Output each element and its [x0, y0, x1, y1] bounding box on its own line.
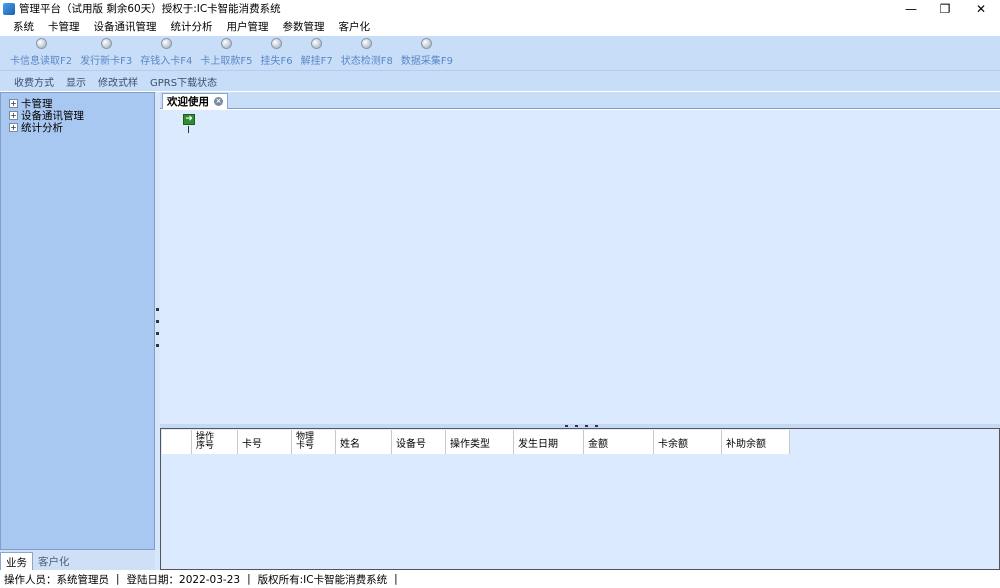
grip-icon: [156, 308, 159, 311]
status-separator: |: [247, 573, 251, 585]
row-indicator-header: [162, 430, 192, 454]
unfreeze-button[interactable]: 解挂F7: [297, 38, 337, 70]
grid-header: 操作 序号 卡号 物理 卡号 姓名 设备号 操作类型 发生日期 金额 卡余额 补助余…: [162, 430, 790, 454]
menu-system[interactable]: 系统: [6, 19, 41, 34]
disc-icon: [271, 38, 283, 49]
secondary-toolbar: 收费方式 显示 修改式样 GPRS下载状态: [0, 71, 1000, 91]
arrow-right-icon[interactable]: ➜: [183, 114, 195, 125]
gprs-status-button[interactable]: GPRS下载状态: [144, 74, 223, 89]
data-collect-button[interactable]: 数据采集F9: [397, 38, 457, 70]
status-bar: 操作人员：系统管理员 | 登陆日期：2022-03-23 | 版权所有:IC卡智…: [0, 570, 1000, 588]
menu-user-management[interactable]: 用户管理: [220, 19, 276, 34]
status-copyright: 版权所有:IC卡智能消费系统: [257, 573, 388, 586]
charge-mode-button[interactable]: 收费方式: [8, 74, 60, 89]
menu-bar: 系统 卡管理 设备通讯管理 统计分析 用户管理 参数管理 客户化: [0, 17, 1000, 36]
column-header-op-type[interactable]: 操作类型: [446, 430, 514, 454]
window-title: 管理平台（试用版 剩余60天）授权于:IC卡智能消费系统: [19, 3, 281, 15]
tab-welcome-label: 欢迎使用: [167, 96, 209, 108]
disc-icon: [311, 38, 323, 49]
column-header-date[interactable]: 发生日期: [514, 430, 584, 454]
disc-icon: [35, 38, 47, 49]
menu-customize[interactable]: 客户化: [332, 19, 378, 34]
status-login-date: 登陆日期：2022-03-23: [126, 573, 241, 586]
issue-card-button[interactable]: 发行新卡F3: [76, 38, 136, 70]
navigation-panel: + 卡管理 + 设备通讯管理 + 统计分析: [0, 92, 155, 570]
disc-icon: [220, 38, 232, 49]
display-button[interactable]: 显示: [60, 74, 92, 89]
grip-icon: [565, 425, 568, 427]
menu-card-management[interactable]: 卡管理: [41, 19, 87, 34]
menu-device-comm[interactable]: 设备通讯管理: [87, 19, 164, 34]
tab-business[interactable]: 业务: [0, 552, 33, 570]
disc-icon: [100, 38, 112, 49]
column-header-subsidy-balance[interactable]: 补助余额: [722, 430, 790, 454]
minimize-button[interactable]: —: [894, 0, 928, 17]
grip-icon: [585, 425, 588, 427]
tree-item-label: 统计分析: [21, 121, 63, 134]
expand-icon[interactable]: +: [9, 98, 18, 108]
column-header-name[interactable]: 姓名: [336, 430, 392, 454]
title-bar: 管理平台（试用版 剩余60天）授权于:IC卡智能消费系统 — ❐ ✕: [0, 0, 1000, 17]
withdraw-button[interactable]: 卡上取款F5: [196, 38, 256, 70]
column-header-card-balance[interactable]: 卡余额: [654, 430, 722, 454]
read-card-button[interactable]: 卡信息读取F2: [6, 38, 76, 70]
status-operator: 操作人员：系统管理员: [4, 573, 109, 586]
transaction-grid[interactable]: 操作 序号 卡号 物理 卡号 姓名 设备号 操作类型 发生日期 金额 卡余额 补助余…: [160, 428, 1000, 570]
tab-welcome[interactable]: 欢迎使用 ×: [162, 93, 228, 109]
tab-customize[interactable]: 客户化: [33, 552, 75, 570]
close-window-button[interactable]: ✕: [964, 0, 998, 17]
expand-icon[interactable]: +: [9, 110, 18, 120]
document-tabstrip: 欢迎使用 ×: [160, 92, 1000, 109]
grip-icon: [156, 344, 159, 347]
disc-icon: [160, 38, 172, 49]
grip-icon: [156, 332, 159, 335]
grip-icon: [575, 425, 578, 427]
text-cursor: [188, 126, 189, 133]
modify-style-button[interactable]: 修改式样: [92, 74, 144, 89]
deposit-button[interactable]: 存钱入卡F4: [136, 38, 196, 70]
restore-button[interactable]: ❐: [928, 0, 962, 17]
report-loss-button[interactable]: 挂失F6: [257, 38, 297, 70]
column-header-amount[interactable]: 金额: [584, 430, 654, 454]
column-header-device-no[interactable]: 设备号: [392, 430, 446, 454]
status-check-button[interactable]: 状态检测F8: [337, 38, 397, 70]
column-header-card-no[interactable]: 卡号: [238, 430, 292, 454]
grip-icon: [595, 425, 598, 427]
app-icon: [3, 2, 15, 15]
expand-icon[interactable]: +: [9, 122, 18, 132]
menu-statistics[interactable]: 统计分析: [164, 19, 220, 34]
tree-item-statistics[interactable]: + 统计分析: [1, 121, 154, 134]
main-toolbar: 卡信息读取F2 发行新卡F3 存钱入卡F4 卡上取款F5 挂失F6 解挂F7 状…: [0, 36, 1000, 71]
disc-icon: [421, 38, 433, 49]
column-header-physical-card[interactable]: 物理 卡号: [292, 430, 336, 454]
menu-parameters[interactable]: 参数管理: [276, 19, 332, 34]
column-header-op-seq[interactable]: 操作 序号: [192, 430, 238, 454]
status-separator: |: [116, 573, 120, 585]
status-separator: |: [394, 573, 398, 585]
main-content: ➜: [160, 110, 1000, 424]
grip-icon: [156, 320, 159, 323]
disc-icon: [361, 38, 373, 49]
panel-tabs: 业务 客户化: [0, 549, 155, 570]
close-tab-icon[interactable]: ×: [214, 97, 223, 106]
